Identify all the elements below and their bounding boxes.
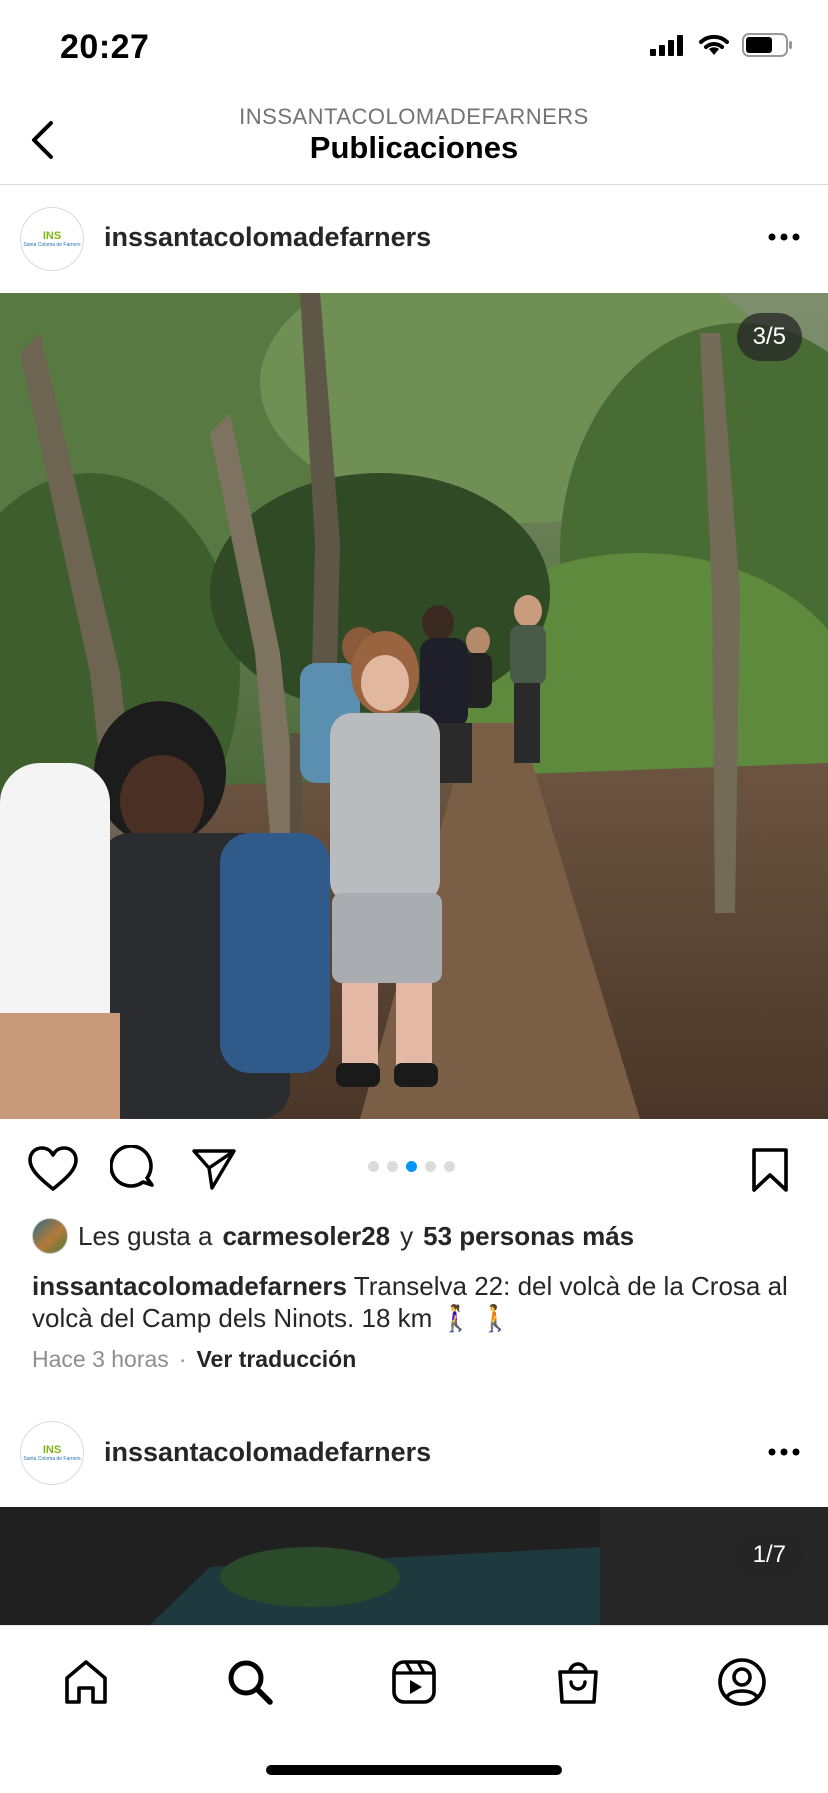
home-indicator — [266, 1765, 562, 1775]
post-meta: Hace 3 horas · Ver traducción — [32, 1346, 356, 1373]
more-horizontal-icon — [768, 233, 800, 241]
more-horizontal-icon — [768, 1448, 800, 1456]
likes-prefix: Les gusta a — [78, 1220, 213, 1251]
translate-link[interactable]: Ver traducción — [196, 1346, 356, 1373]
battery-icon — [742, 33, 792, 57]
save-button[interactable] — [748, 1144, 792, 1196]
post-time: Hace 3 horas — [32, 1346, 169, 1372]
status-time: 20:27 — [60, 28, 150, 66]
carousel-dot — [425, 1161, 436, 1172]
shop-icon — [558, 1662, 598, 1704]
liker-avatar — [32, 1218, 68, 1254]
avatar-logo-subtext: Santa Coloma de Farners — [23, 1455, 81, 1462]
post2-photo-image — [0, 1507, 828, 1625]
tab-shop[interactable] — [548, 1652, 608, 1712]
likes-others[interactable]: 53 personas más — [423, 1221, 634, 1252]
carousel-counter: 3/5 — [736, 313, 802, 361]
carousel-dot-active — [406, 1161, 417, 1172]
page-title: Publicaciones — [309, 130, 519, 165]
forest-trail-photo — [0, 293, 828, 1119]
tab-search[interactable] — [220, 1652, 280, 1712]
post-avatar[interactable]: INS Santa Coloma de Farners — [20, 207, 84, 271]
post-photo[interactable]: 3/5 — [0, 293, 828, 1119]
avatar-logo-text: INS — [42, 229, 62, 242]
meta-separator: · — [178, 1346, 187, 1372]
bookmark-icon — [752, 1148, 788, 1192]
post2-carousel-counter: 1/7 — [736, 1531, 802, 1579]
reels-icon — [392, 1660, 436, 1704]
post-username[interactable]: inssantacolomadefarners — [104, 222, 431, 253]
carousel-dot — [368, 1161, 379, 1172]
avatar-logo-subtext: Santa Coloma de Farners — [23, 241, 81, 248]
avatar-logo-text: INS — [42, 1443, 62, 1456]
header-divider — [0, 184, 828, 185]
post2-photo[interactable]: 1/7 — [0, 1507, 828, 1625]
comment-button[interactable] — [108, 1144, 160, 1194]
post2-options-button[interactable] — [759, 1437, 809, 1467]
likes-summary[interactable]: Les gusta a carmesoler28 y 53 personas m… — [32, 1218, 634, 1254]
liker-username[interactable]: carmesoler28 — [222, 1221, 390, 1252]
search-icon — [228, 1660, 273, 1705]
signal-icon — [650, 35, 683, 56]
tab-home[interactable] — [56, 1652, 116, 1712]
post2-username[interactable]: inssantacolomadefarners — [104, 1437, 431, 1468]
send-icon — [192, 1149, 236, 1190]
wifi-icon — [699, 34, 729, 55]
header-subtitle: INSSANTACOLOMADEFARNERS — [239, 104, 589, 129]
carousel-dot — [387, 1161, 398, 1172]
profile-icon — [718, 1658, 766, 1706]
status-icons — [650, 32, 794, 58]
like-button[interactable] — [26, 1144, 80, 1194]
heart-icon — [28, 1146, 78, 1191]
comment-icon — [110, 1145, 154, 1188]
caption-author[interactable]: inssantacolomadefarners — [32, 1271, 347, 1301]
carousel-dot — [444, 1161, 455, 1172]
tab-profile[interactable] — [712, 1652, 772, 1712]
tab-reels[interactable] — [384, 1652, 444, 1712]
home-icon — [65, 1660, 107, 1704]
likes-connector: y — [400, 1220, 414, 1251]
carousel-indicator — [368, 1161, 455, 1172]
share-button[interactable] — [188, 1144, 240, 1194]
post-caption: inssantacolomadefarners Transelva 22: de… — [32, 1270, 792, 1334]
post2-avatar[interactable]: INS Santa Coloma de Farners — [20, 1421, 84, 1485]
post-options-button[interactable] — [759, 222, 809, 252]
